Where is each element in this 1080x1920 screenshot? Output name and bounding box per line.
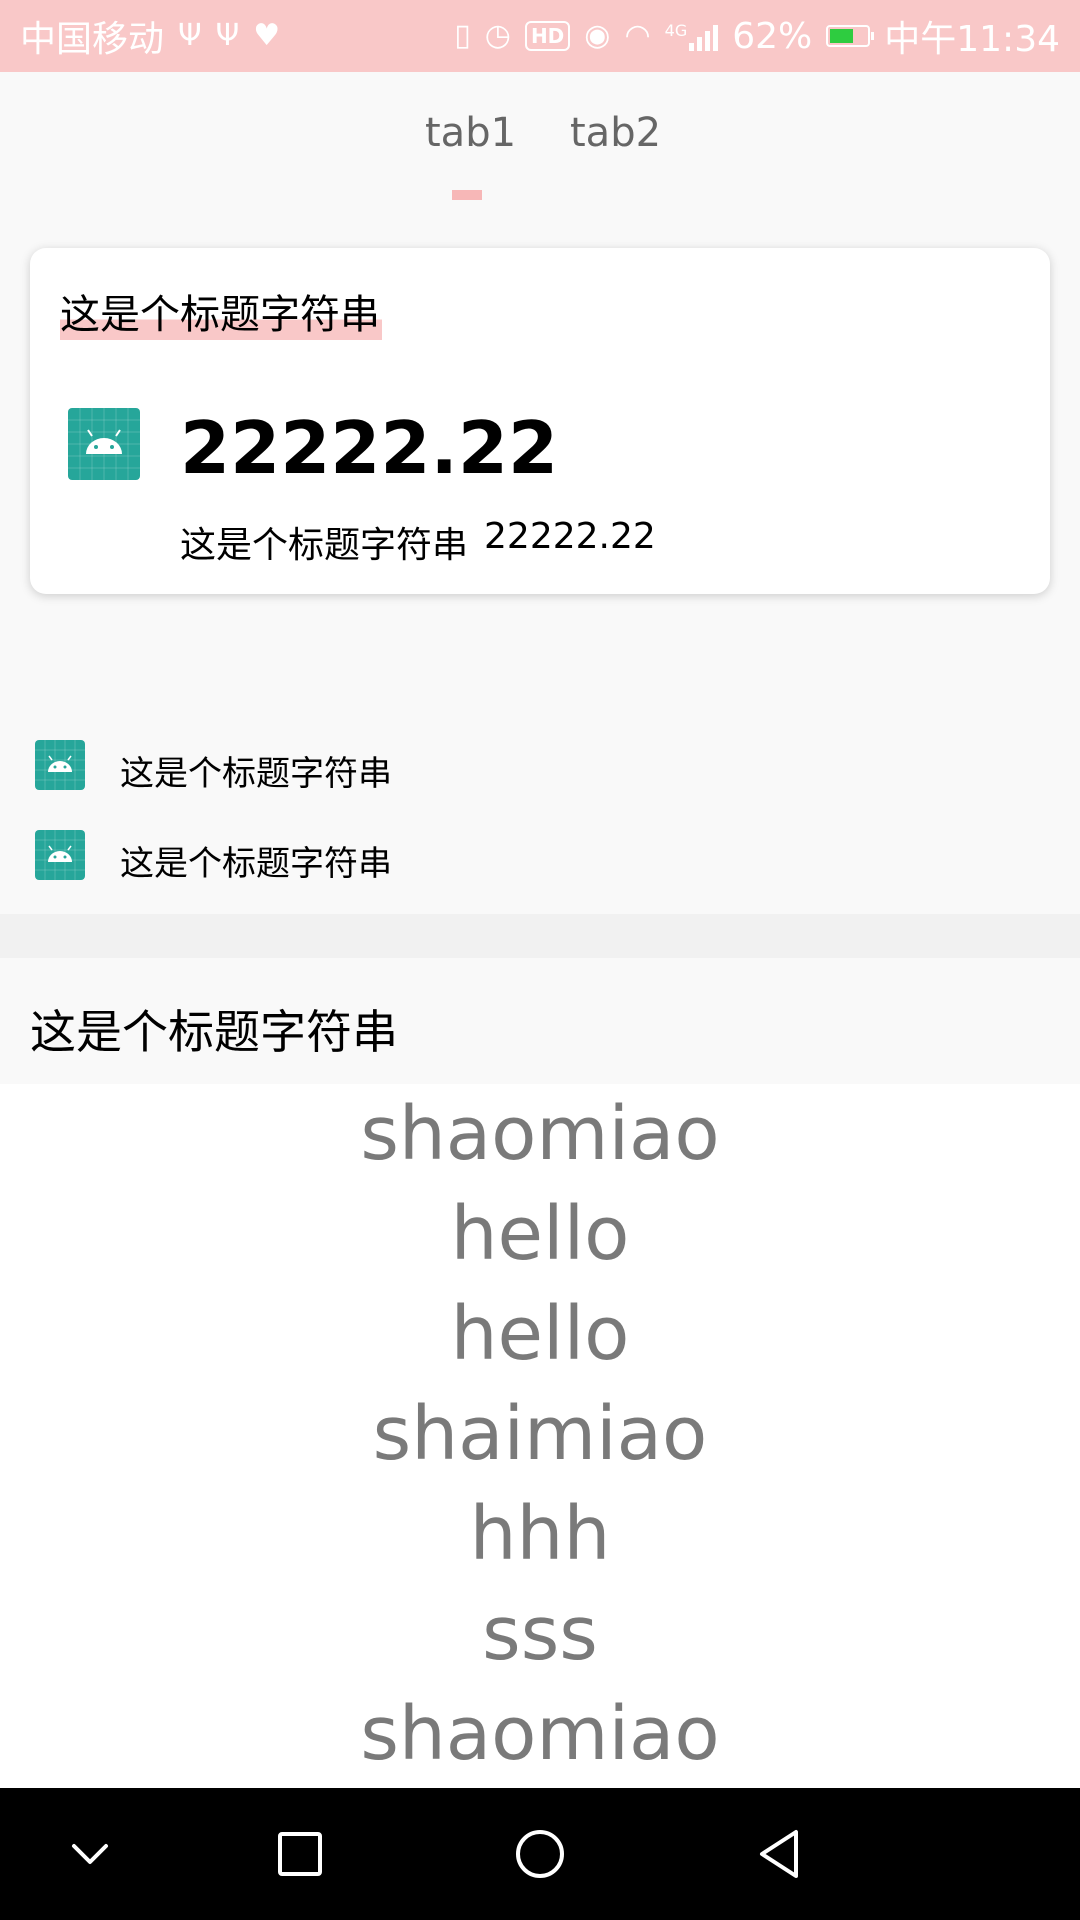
word-list-item[interactable]: shaomiao [0,1084,1080,1184]
vibrate-icon: ▯ [454,18,471,53]
status-bar-right: ▯ ◷ HD ◉ ◠ 4G 62% 中午11:34 [454,10,1060,62]
status-bar: 中国移动 Ψ Ψ ♥ ▯ ◷ HD ◉ ◠ 4G 62% 中午11:34 [0,0,1080,72]
word-list-item[interactable]: shaimiao [0,1384,1080,1484]
android-icon [35,830,85,880]
wifi-icon: ◠ [624,18,651,53]
list-item-label: 这是个标题字符串 [120,754,392,794]
signal-bars-icon [689,21,719,51]
list-item[interactable]: 这是个标题字符串 [35,830,735,884]
status-time: 中午11:34 [884,19,1060,60]
heart-monitor-icon: ♥ [253,18,281,53]
battery-fill [830,29,853,43]
4g-signal-icon: 4G [665,21,719,51]
tab-tab2[interactable]: tab2 [570,110,661,156]
android-icon [68,408,140,480]
tab-indicator [452,190,482,200]
alarm-icon: ◷ [484,18,511,53]
section-title: 这是个标题字符串 [30,1005,398,1059]
tab-tab1[interactable]: tab1 [425,110,516,156]
hd-icon: HD [524,21,571,51]
list-item-label: 这是个标题字符串 [120,844,392,884]
navigation-bar [0,1788,1080,1920]
list-item[interactable]: 这是个标题字符串 [35,740,735,794]
word-list-item[interactable]: hello [0,1284,1080,1384]
network-type-label: 4G [664,21,688,40]
usb-icon: Ψ [178,18,202,53]
battery-percent: 62% [732,15,813,57]
battery-icon [826,25,875,47]
card-sub-amount: 22222.22 [484,516,656,557]
eye-comfort-icon: ◉ [584,18,611,53]
android-icon [35,740,85,790]
summary-card[interactable]: 这是个标题字符串 22222.22 这是个标题字符串 22222.22 [30,248,1050,594]
section-divider [0,914,1080,958]
usb-icon: Ψ [215,18,240,53]
carrier-name: 中国移动 [20,19,165,60]
card-title: 这是个标题字符串 [60,282,382,340]
card-amount: 22222.22 [180,406,559,490]
chevron-down-icon[interactable] [54,1818,126,1890]
word-list-item[interactable]: hhh [0,1484,1080,1584]
triangle-back-icon[interactable] [744,1818,816,1890]
card-sub-label: 这是个标题字符串 [180,525,469,566]
circle-home-icon[interactable] [504,1818,576,1890]
word-list-item[interactable]: hello [0,1184,1080,1284]
status-bar-left: 中国移动 Ψ Ψ ♥ [20,10,280,62]
word-list-item[interactable]: shaomiao [0,1684,1080,1784]
word-list[interactable]: shaomiao hello hello shaimiao hhh sss sh… [0,1084,1080,1788]
square-recents-icon[interactable] [264,1818,336,1890]
card-subline: 这是个标题字符串 22222.22 [180,516,656,568]
tab-strip: tab1 tab2 [0,72,1080,212]
word-list-item[interactable]: sss [0,1584,1080,1684]
